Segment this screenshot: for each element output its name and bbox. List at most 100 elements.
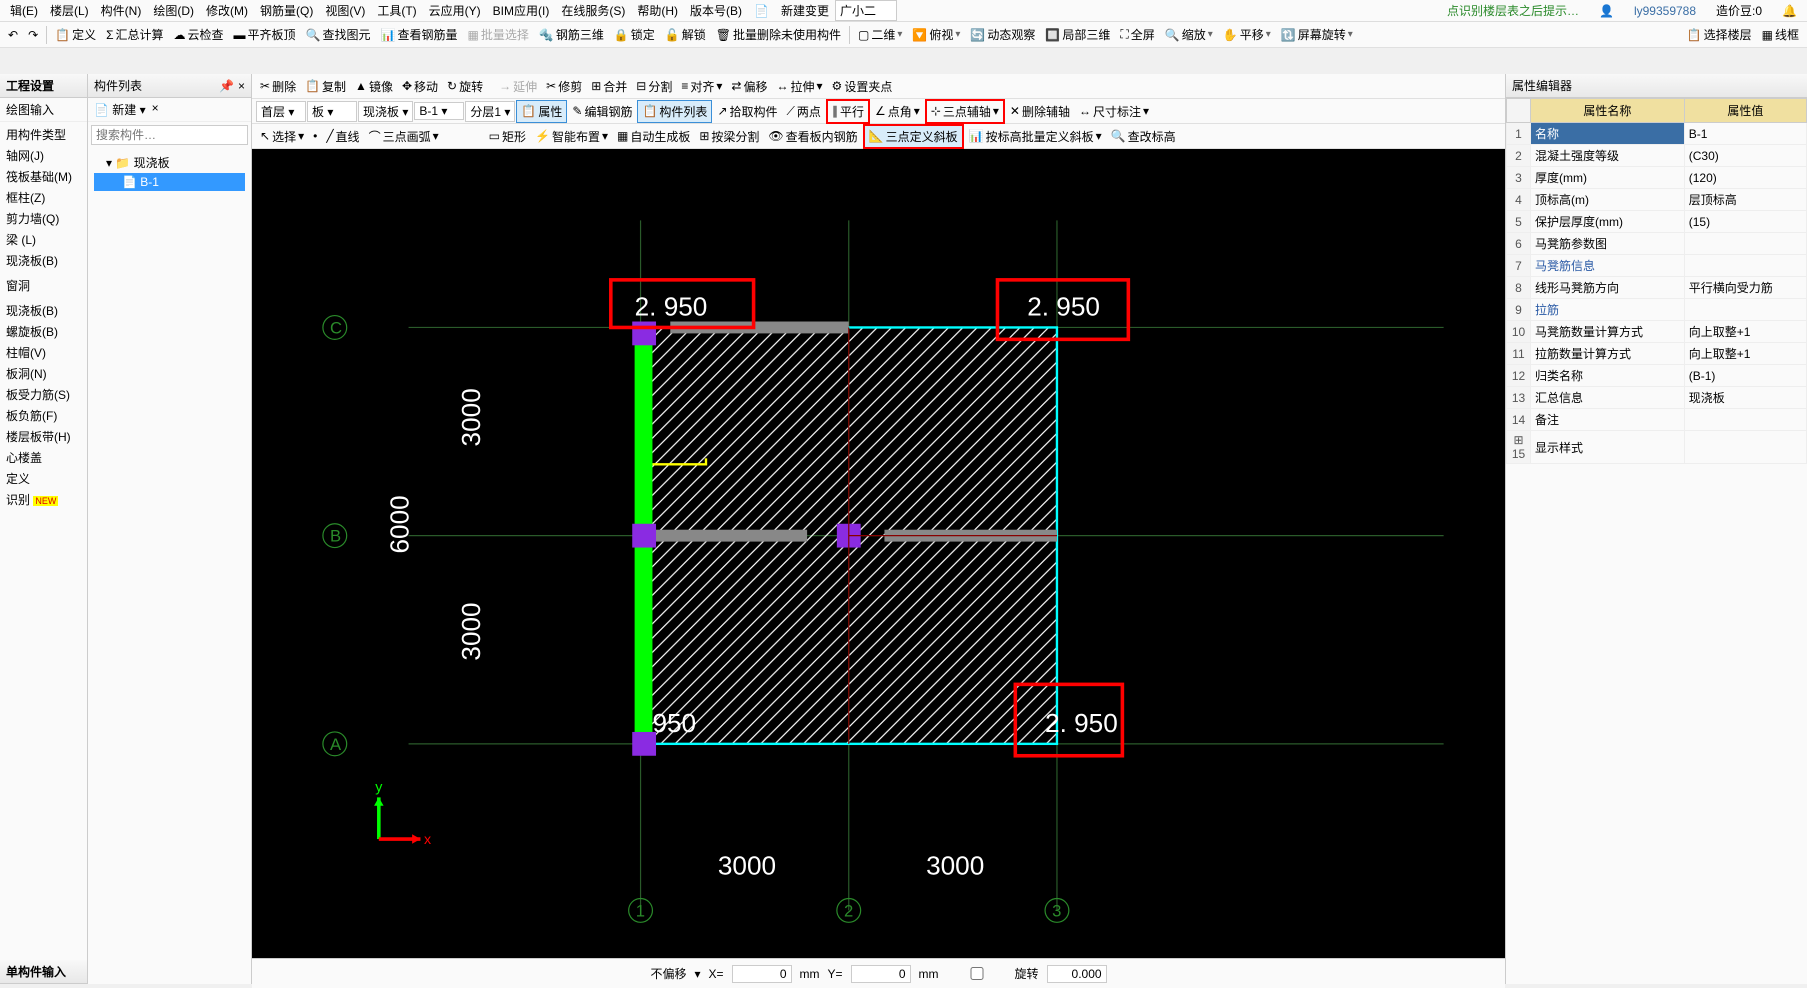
2d-btn[interactable]: ▢ 二维 ▾ [854, 24, 906, 45]
select-btn[interactable]: ↖ 选择 ▾ [256, 126, 308, 147]
category-select[interactable]: 板 ▾ [307, 101, 357, 122]
batch-del-btn[interactable]: 🗑 批量删除未使用构件 [712, 24, 845, 45]
pan-btn[interactable]: ✋ 平移 ▾ [1219, 24, 1275, 45]
prop-value[interactable]: 平行横向受力筋 [1684, 277, 1806, 299]
item-slabhole[interactable]: 板洞(N) [0, 363, 87, 384]
line-btn[interactable]: ╱ 直线 [322, 126, 363, 147]
item-identify[interactable]: 识别 NEW [0, 489, 87, 510]
prop-value[interactable] [1684, 255, 1806, 277]
item-negbar[interactable]: 板负筋(F) [0, 405, 87, 426]
prop-name[interactable]: 马凳筋信息 [1531, 255, 1685, 277]
find-el-btn[interactable]: 🔍 查找图元 [302, 24, 375, 45]
prop-name[interactable]: 混凝土强度等级 [1531, 145, 1685, 167]
draw-input-tab[interactable]: 绘图输入 [0, 98, 87, 122]
prop-name[interactable]: 马凳筋参数图 [1531, 233, 1685, 255]
prop-name[interactable]: 名称 [1531, 123, 1685, 145]
y-input[interactable] [851, 965, 911, 983]
smart-layout-btn[interactable]: ⚡ 智能布置 ▾ [531, 126, 612, 147]
comp-list-btn[interactable]: 📋 构件列表 [637, 100, 712, 123]
single-comp-input[interactable]: 单构件输入 [0, 960, 87, 984]
screen-rot-btn[interactable]: 🔃 屏幕旋转 ▾ [1277, 24, 1357, 45]
offset-mode[interactable]: 不偏移 [650, 965, 686, 982]
prop-name[interactable]: 备注 [1531, 409, 1685, 431]
prop-name[interactable]: 显示样式 [1531, 431, 1685, 464]
split-btn[interactable]: ⊟ 分割 [632, 76, 676, 97]
stretch-btn[interactable]: ↔ 拉伸 ▾ [773, 76, 827, 97]
menu-edit[interactable]: 辑(E) [4, 2, 44, 19]
menu-modify[interactable]: 修改(M) [200, 2, 254, 19]
check-height-btn[interactable]: 🔍 查改标高 [1107, 126, 1180, 147]
layer-select[interactable]: 分层1 ▾ [465, 101, 515, 122]
view-rebar-btn[interactable]: 📊 查看钢筋量 [377, 24, 462, 45]
item-spiral[interactable]: 螺旋板(B) [0, 321, 87, 342]
tree-leaf-b1[interactable]: 📄 B-1 [94, 173, 245, 191]
rotate-btn[interactable]: ↻ 旋转 [443, 76, 487, 97]
prop-value[interactable]: 向上取整+1 [1684, 343, 1806, 365]
prop-value[interactable]: (C30) [1684, 145, 1806, 167]
sum-btn[interactable]: Σ 汇总计算 [102, 24, 167, 45]
three-axis-btn[interactable]: ⊹ 三点辅轴 ▾ [925, 99, 1005, 124]
item-column[interactable]: 框柱(Z) [0, 187, 87, 208]
item-shearwall[interactable]: 剪力墙(Q) [0, 208, 87, 229]
close-icon[interactable]: × [238, 79, 245, 93]
prop-value[interactable] [1684, 431, 1806, 464]
redo-btn[interactable]: ↷ [24, 26, 42, 44]
item-axis[interactable]: 轴网(J) [0, 145, 87, 166]
item-floorstrip[interactable]: 楼层板带(H) [0, 426, 87, 447]
prop-value[interactable]: 向上取整+1 [1684, 321, 1806, 343]
bell-icon[interactable]: 🔔 [1776, 4, 1803, 18]
dim-label-btn[interactable]: ↔ 尺寸标注 ▾ [1075, 101, 1153, 122]
pin-icon[interactable]: 📌 [219, 79, 234, 93]
unlock-btn[interactable]: 🔓 解锁 [661, 24, 710, 45]
search-input[interactable] [91, 125, 248, 145]
prop-value[interactable]: (B-1) [1684, 365, 1806, 387]
prop-name[interactable]: 汇总信息 [1531, 387, 1685, 409]
tree-node-slab[interactable]: ▾ 📁 现浇板 [94, 152, 245, 173]
drawing-canvas[interactable]: C B A 1 2 3 3000 3000 6000 3000 3000 [252, 149, 1505, 958]
item-slab[interactable]: 现浇板(B) [0, 250, 87, 271]
prop-name[interactable]: 顶标高(m) [1531, 189, 1685, 211]
del-comp-btn[interactable]: × [152, 101, 159, 118]
rect-btn[interactable]: ▭ 矩形 [485, 126, 530, 147]
two-point-btn[interactable]: ⟋ 两点 [783, 101, 825, 122]
prop-name[interactable]: 线形马凳筋方向 [1531, 277, 1685, 299]
item-common[interactable]: 用构件类型 [0, 124, 87, 145]
undo-btn[interactable]: ↶ [4, 26, 22, 44]
point-angle-btn[interactable]: ∠ 点角 ▾ [871, 101, 924, 122]
fullscreen-btn[interactable]: ⛶ 全屏 [1116, 24, 1158, 45]
dyn-view-btn[interactable]: 🔄 动态观察 [966, 24, 1039, 45]
prop-value[interactable]: (120) [1684, 167, 1806, 189]
prop-value[interactable]: B-1 [1684, 123, 1806, 145]
prop-value[interactable] [1684, 299, 1806, 321]
prop-value[interactable]: 现浇板 [1684, 387, 1806, 409]
parallel-btn[interactable]: ∥ 平行 [826, 99, 870, 124]
floor-select[interactable]: 首层 ▾ [256, 101, 306, 122]
prop-value[interactable] [1684, 233, 1806, 255]
zoom-btn[interactable]: 🔍 缩放 ▾ [1161, 24, 1217, 45]
delete-btn[interactable]: ✂ 删除 [256, 76, 300, 97]
prop-name[interactable]: 厚度(mm) [1531, 167, 1685, 189]
menu-view[interactable]: 视图(V) [319, 2, 371, 19]
property-btn[interactable]: 📋 属性 [516, 100, 567, 123]
menu-rebar[interactable]: 钢筋量(Q) [254, 2, 319, 19]
top-view-btn[interactable]: 🔽 俯视 ▾ [908, 24, 964, 45]
define-btn[interactable]: 📋 定义 [51, 24, 100, 45]
type-select[interactable]: 现浇板 ▾ [358, 101, 413, 122]
menu-bim[interactable]: BIM应用(I) [487, 2, 556, 19]
move-btn[interactable]: ✥ 移动 [398, 76, 442, 97]
prop-name[interactable]: 马凳筋数量计算方式 [1531, 321, 1685, 343]
item-slab2[interactable]: 现浇板(B) [0, 300, 87, 321]
local-3d-btn[interactable]: 🔲 局部三维 [1041, 24, 1114, 45]
rotate-input[interactable] [1047, 965, 1107, 983]
point-btn[interactable]: • [309, 127, 321, 145]
menu-floor[interactable]: 楼层(L) [44, 2, 95, 19]
batch-slope-btn[interactable]: 📊 按标高批量定义斜板 ▾ [965, 126, 1106, 147]
wireframe-btn[interactable]: ▦ 线框 [1758, 24, 1803, 45]
new-change-icon[interactable]: 📄 [748, 4, 775, 18]
item-beam[interactable]: 梁 (L) [0, 229, 87, 250]
beam-split-btn[interactable]: ⊞ 按梁分割 [695, 126, 763, 147]
new-change-btn[interactable]: 新建变更 [775, 2, 835, 19]
item-raft[interactable]: 筏板基础(M) [0, 166, 87, 187]
align-btn[interactable]: ≡ 对齐 ▾ [677, 76, 726, 97]
rotate-check[interactable] [947, 967, 1007, 980]
